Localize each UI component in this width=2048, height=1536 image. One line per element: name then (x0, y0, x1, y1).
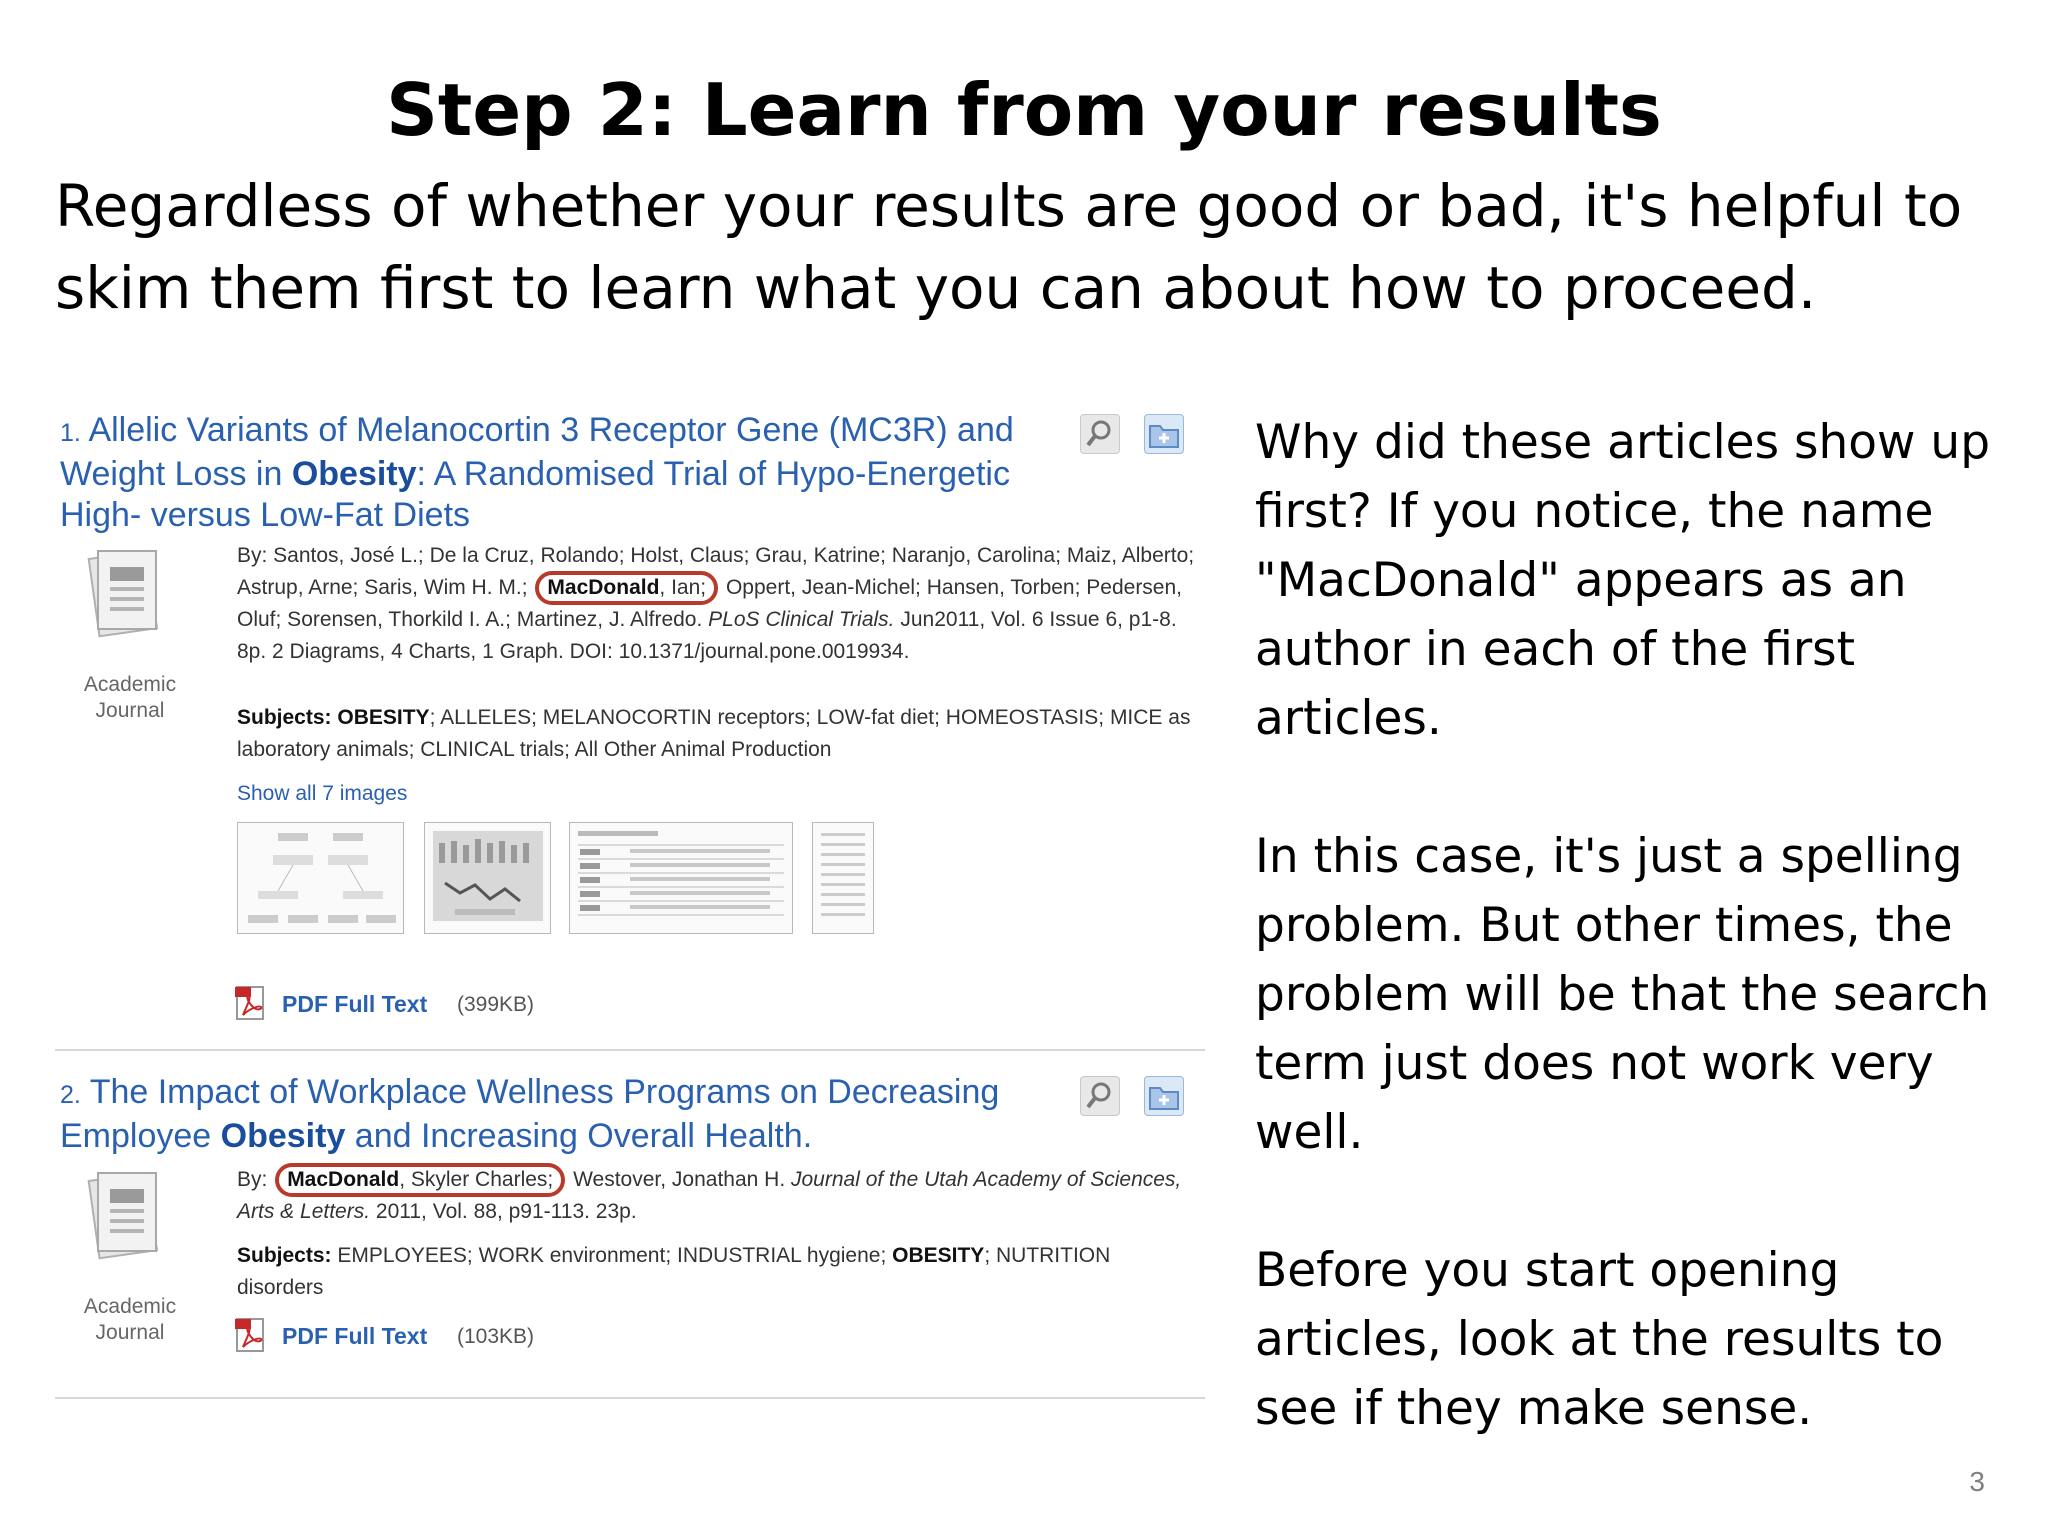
result-type-label: Academic Journal (83, 1295, 177, 1344)
add-to-folder-icon[interactable] (1144, 1076, 1184, 1116)
highlighted-author: MacDonald, Skyler Charles; (275, 1163, 566, 1197)
highlighted-author: MacDonald, Ian; (535, 571, 719, 605)
result-divider (55, 1049, 1205, 1051)
result-subjects: Subjects: OBESITY; ALLELES; MELANOCORTIN… (237, 706, 1191, 761)
slide-intro: Regardless of whether your results are g… (55, 172, 1963, 322)
academic-journal-icon (80, 1167, 160, 1277)
result-number: 1. (60, 419, 81, 447)
result-title-2[interactable]: 2. The Impact of Workplace Wellness Prog… (60, 1072, 1060, 1157)
pdf-full-text-link[interactable]: PDF Full Text (282, 1323, 427, 1350)
slide-title: Step 2: Learn from your results (386, 68, 1662, 152)
pdf-icon[interactable] (235, 1317, 269, 1355)
pdf-full-text-link[interactable]: PDF Full Text (282, 991, 427, 1018)
result-tools (1080, 1076, 1200, 1118)
academic-journal-icon (80, 545, 160, 655)
pdf-full-text-row: PDF Full Text (399KB) (235, 985, 835, 1025)
thumbnail-table[interactable] (569, 822, 793, 934)
result-authors: By: MacDonald, Skyler Charles; Westover,… (237, 1163, 1197, 1228)
result-divider (55, 1397, 1205, 1399)
show-all-images-link[interactable]: Show all 7 images (237, 782, 407, 806)
thumbnail-graph[interactable] (424, 822, 551, 934)
result-type-label: Academic Journal (83, 673, 177, 722)
result-title-1[interactable]: 1. Allelic Variants of Melanocortin 3 Re… (60, 410, 1060, 536)
result-tools (1080, 414, 1200, 456)
side-note-3: Before you start opening articles, look … (1255, 1243, 1944, 1436)
image-thumbnails (237, 822, 937, 937)
side-notes: Why did these articles show up first? If… (1255, 408, 2015, 1512)
pdf-icon[interactable] (235, 985, 269, 1023)
magnifier-icon[interactable] (1080, 1076, 1120, 1116)
pdf-full-text-row: PDF Full Text (103KB) (235, 1317, 835, 1357)
result-number: 2. (60, 1081, 81, 1109)
thumbnail-chart[interactable] (812, 822, 874, 934)
slide-number: 3 (1969, 1466, 1985, 1497)
result-authors: By: Santos, José L.; De la Cruz, Rolando… (237, 544, 1195, 663)
title-text: and Increasing Overall Health. (345, 1117, 813, 1155)
search-results-screenshot: 1. Allelic Variants of Melanocortin 3 Re… (55, 395, 1210, 1525)
pdf-file-size: (103KB) (457, 1325, 535, 1348)
publication-details: 2011, Vol. 88, p91-113. 23p. (375, 1200, 637, 1223)
thumbnail-diagram[interactable] (237, 822, 404, 934)
journal-name: PLoS Clinical Trials. (708, 608, 895, 631)
pdf-file-size: (399KB) (457, 993, 535, 1016)
title-keyword: Obesity (291, 455, 417, 493)
side-note-2: In this case, it's just a spelling probl… (1255, 829, 1990, 1160)
side-note-1: Why did these articles show up first? If… (1255, 415, 1991, 746)
add-to-folder-icon[interactable] (1144, 414, 1184, 454)
title-keyword: Obesity (220, 1117, 346, 1155)
result-subjects: Subjects: EMPLOYEES; WORK environment; I… (237, 1244, 1111, 1299)
magnifier-icon[interactable] (1080, 414, 1120, 454)
